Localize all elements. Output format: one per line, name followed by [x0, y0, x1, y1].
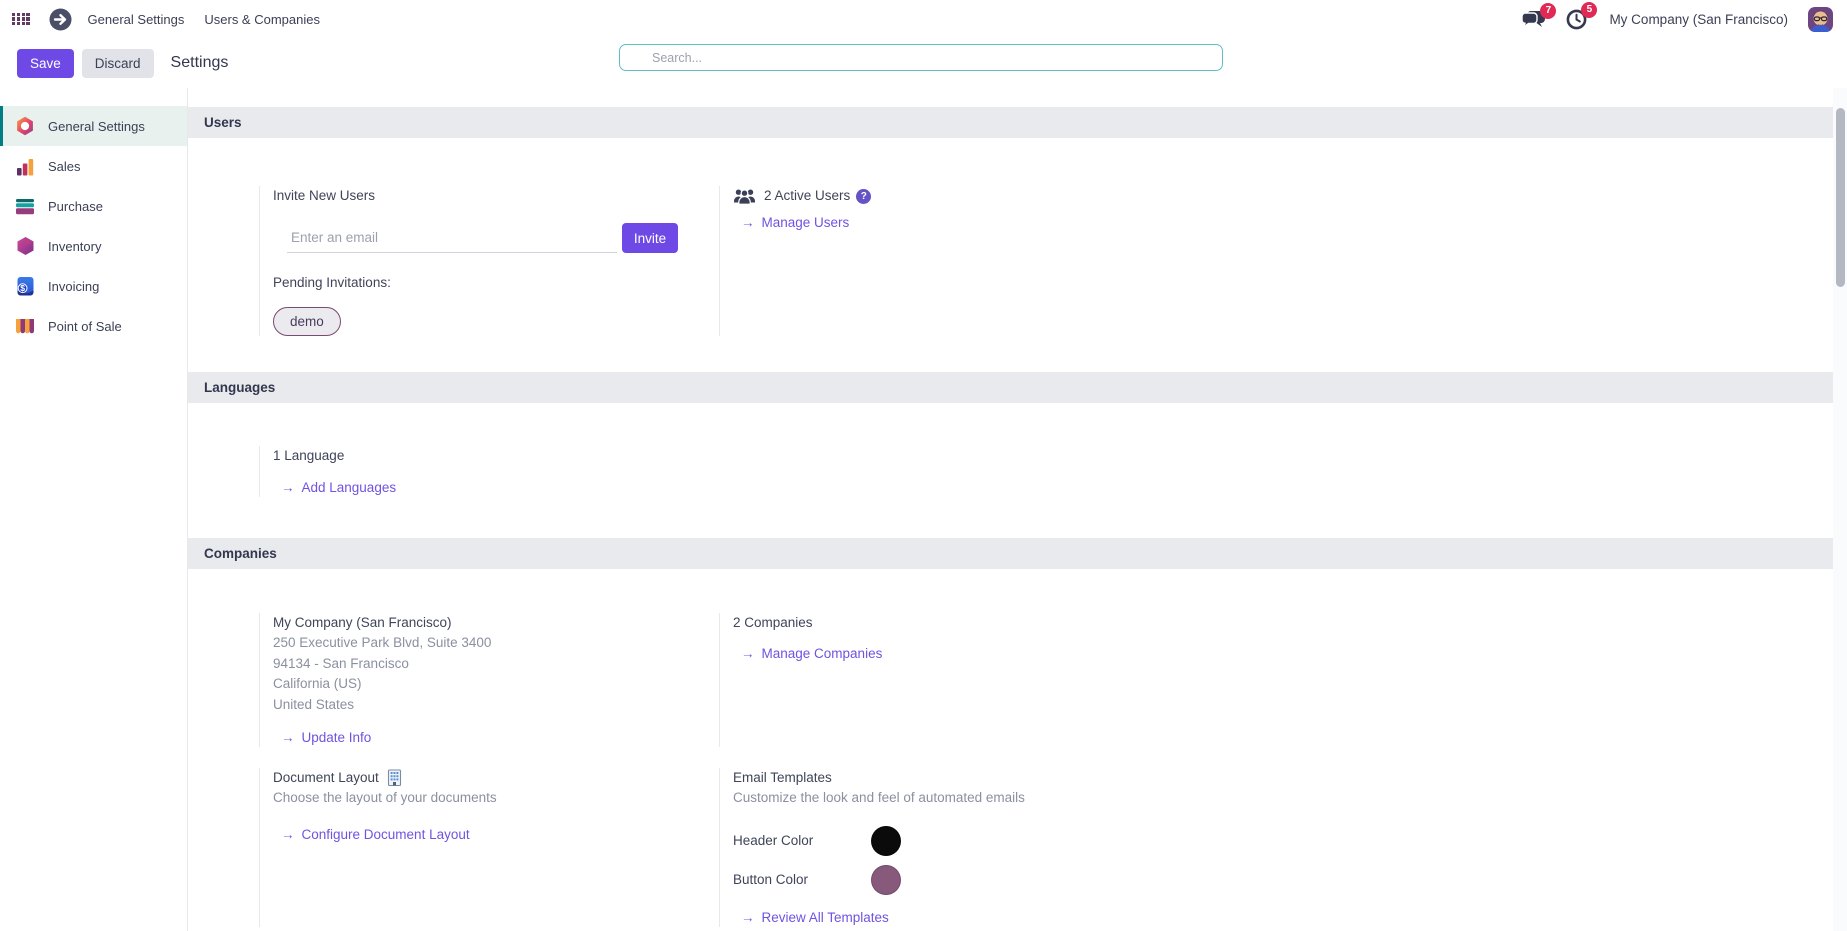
- company-address-line: 250 Executive Park Blvd, Suite 3400: [273, 635, 492, 650]
- pending-invitation-tag[interactable]: demo: [273, 307, 341, 336]
- manage-users-label: Manage Users: [761, 215, 850, 230]
- email-templates-box: Email Templates Customize the look and f…: [719, 768, 1359, 927]
- sidebar-label: Invoicing: [48, 278, 100, 294]
- sidebar-label: Inventory: [48, 238, 102, 254]
- sidebar-item-point-of-sale[interactable]: Point of Sale: [0, 306, 187, 346]
- users-section-header: Users: [188, 107, 1833, 138]
- discard-button[interactable]: Discard: [81, 48, 154, 78]
- point-of-sale-icon: [14, 316, 36, 336]
- document-layout-title: Document Layout: [273, 770, 379, 785]
- company-address-line: California (US): [273, 676, 362, 691]
- sidebar-label: Point of Sale: [48, 318, 122, 334]
- invite-users-box: Invite New Users Invite Pending Invitati…: [259, 186, 706, 336]
- vertical-scrollbar: [1833, 88, 1847, 931]
- languages-box: 1 Language → Add Languages: [259, 446, 706, 497]
- activities-count-badge: 5: [1581, 1, 1598, 18]
- company-name: My Company (San Francisco): [273, 615, 452, 630]
- manage-companies-label: Manage Companies: [761, 646, 883, 661]
- button-color-label: Button Color: [733, 872, 809, 887]
- invoicing-icon: $: [14, 276, 36, 296]
- companies-count: 2 Companies: [733, 615, 813, 630]
- sidebar-label: General Settings: [48, 118, 145, 134]
- active-users-box: 2 Active Users ? → Manage Users: [719, 186, 1359, 336]
- sidebar-item-inventory[interactable]: Inventory: [0, 226, 187, 266]
- menu-users-companies[interactable]: Users & Companies: [194, 12, 330, 27]
- arrow-right-icon: →: [741, 215, 755, 230]
- review-all-templates-label: Review All Templates: [761, 910, 889, 925]
- top-navbar: General Settings Users & Companies 7 5 M…: [0, 0, 1847, 38]
- sidebar-label: Purchase: [48, 198, 103, 214]
- building-icon: [387, 769, 401, 787]
- activities-button[interactable]: 5: [1566, 1, 1598, 30]
- menu-general-settings[interactable]: General Settings: [78, 12, 195, 27]
- settings-app-icon[interactable]: [49, 8, 72, 31]
- search-input[interactable]: [619, 44, 1223, 71]
- document-layout-subtitle: Choose the layout of your documents: [273, 790, 497, 805]
- companies-count-box: 2 Companies → Manage Companies: [719, 613, 1359, 747]
- arrow-right-icon: →: [281, 480, 295, 495]
- add-languages-label: Add Languages: [301, 480, 397, 495]
- companies-section-header: Companies: [188, 538, 1833, 569]
- apps-grid-icon[interactable]: [12, 12, 30, 26]
- help-icon[interactable]: ?: [856, 188, 872, 204]
- arrow-right-icon: →: [281, 827, 295, 842]
- manage-companies-link[interactable]: → Manage Companies: [741, 644, 1359, 663]
- update-info-label: Update Info: [301, 730, 372, 745]
- invite-button[interactable]: Invite: [622, 223, 678, 253]
- company-info-box: My Company (San Francisco) 250 Executive…: [259, 613, 706, 747]
- update-info-link[interactable]: → Update Info: [281, 728, 706, 747]
- scrollbar-thumb[interactable]: [1835, 108, 1845, 287]
- button-color-swatch[interactable]: [871, 865, 901, 895]
- email-templates-subtitle: Customize the look and feel of automated…: [733, 790, 1025, 805]
- configure-document-layout-label: Configure Document Layout: [301, 827, 470, 842]
- languages-section-header: Languages: [188, 372, 1833, 403]
- users-group-icon: [734, 188, 755, 205]
- company-switcher[interactable]: My Company (San Francisco): [1609, 12, 1788, 27]
- document-layout-box: Document Layout Choose the layout of you…: [259, 768, 706, 927]
- email-templates-title: Email Templates: [733, 770, 832, 785]
- settings-sidebar: General Settings Sales Purchase Inventor…: [0, 88, 188, 931]
- add-languages-link[interactable]: → Add Languages: [281, 478, 706, 497]
- svg-text:$: $: [20, 283, 25, 293]
- header-color-label: Header Color: [733, 833, 814, 848]
- save-button[interactable]: Save: [17, 48, 74, 78]
- messages-button[interactable]: 7: [1521, 2, 1557, 29]
- language-count: 1 Language: [273, 448, 345, 463]
- company-address-line: United States: [273, 696, 355, 712]
- invite-new-users-label: Invite New Users: [273, 188, 376, 203]
- messages-count-badge: 7: [1540, 2, 1557, 19]
- manage-users-link[interactable]: → Manage Users: [741, 213, 1359, 232]
- sidebar-label: Sales: [48, 158, 81, 174]
- page-title: Settings: [170, 54, 229, 71]
- control-bar: Save Discard Settings: [0, 38, 1847, 88]
- invite-email-input[interactable]: [287, 223, 617, 253]
- sidebar-item-purchase[interactable]: Purchase: [0, 186, 187, 226]
- header-color-swatch[interactable]: [871, 826, 901, 856]
- purchase-icon: [14, 196, 36, 216]
- sidebar-item-sales[interactable]: Sales: [0, 146, 187, 186]
- settings-content: Users Invite New Users Invite Pending In…: [188, 88, 1833, 931]
- arrow-right-icon: →: [281, 730, 295, 745]
- active-users-count: 2 Active Users: [764, 188, 851, 203]
- sidebar-item-general-settings[interactable]: General Settings: [0, 106, 187, 146]
- inventory-icon: [14, 236, 36, 256]
- review-all-templates-link[interactable]: → Review All Templates: [741, 908, 1359, 927]
- sidebar-item-invoicing[interactable]: $ Invoicing: [0, 266, 187, 306]
- company-address-line: 94134 - San Francisco: [273, 655, 409, 671]
- arrow-right-icon: →: [741, 646, 755, 661]
- pending-invitations-label: Pending Invitations:: [273, 275, 391, 290]
- configure-document-layout-link[interactable]: → Configure Document Layout: [281, 825, 706, 844]
- general-settings-icon: [14, 116, 36, 136]
- user-avatar[interactable]: [1808, 6, 1833, 32]
- arrow-right-icon: →: [741, 910, 755, 925]
- sales-icon: [14, 156, 36, 176]
